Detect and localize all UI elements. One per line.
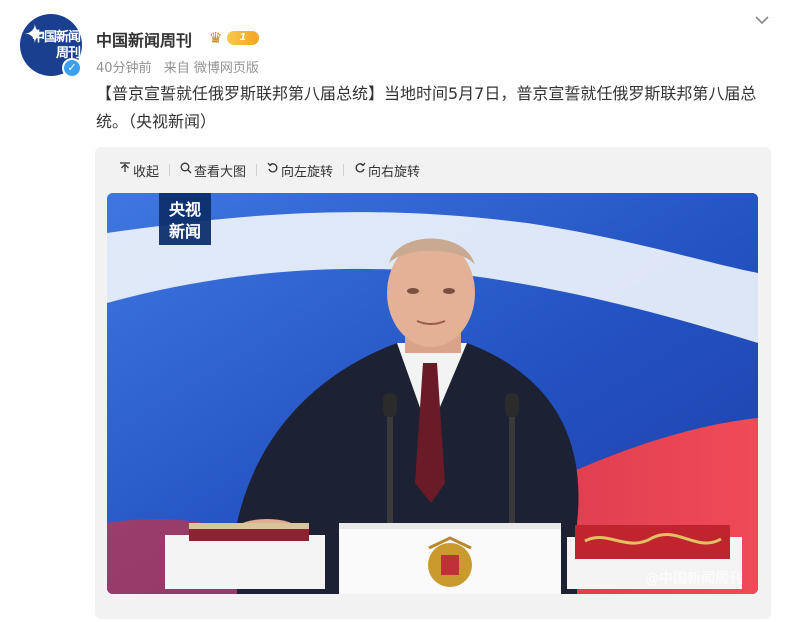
image-watermark: @中国新闻周刊 — [645, 571, 743, 587]
media-card: 收起 查看大图 向左旋转 向右旋转 央视 新闻 @中国新闻周刊 — [95, 147, 771, 619]
separator — [169, 164, 171, 176]
view-large-label: 查看大图 — [194, 164, 247, 180]
rotate-right-button[interactable]: 向右旋转 — [354, 161, 420, 180]
collapse-button[interactable]: 收起 — [119, 161, 159, 180]
post-source: 来自 微博网页版 — [163, 61, 259, 76]
collapse-icon — [119, 162, 131, 178]
member-badge[interactable]: ♛ 1 — [209, 29, 259, 47]
rotate-left-button[interactable]: 向左旋转 — [267, 161, 333, 180]
rotate-right-icon — [354, 162, 366, 178]
post-image[interactable]: 央视 新闻 @中国新闻周刊 — [107, 193, 758, 594]
post-time[interactable]: 40分钟前 — [96, 61, 152, 76]
verified-check-icon: ✓ — [62, 58, 82, 78]
author-name[interactable]: 中国新闻周刊 — [96, 27, 192, 51]
badge-level: 1 — [227, 31, 259, 45]
chevron-down-icon[interactable] — [752, 10, 772, 30]
rotate-left-icon — [267, 162, 279, 178]
collapse-label: 收起 — [133, 164, 160, 180]
separator — [343, 164, 345, 176]
logo-line2: 新闻 — [169, 222, 201, 241]
post-text: 【普京宣誓就任俄罗斯联邦第八届总统】当地时间5月7日，普京宣誓就任俄罗斯联邦第八… — [96, 84, 757, 131]
logo-line1: 央视 — [169, 200, 201, 219]
rotate-right-label: 向右旋转 — [368, 164, 421, 180]
separator — [256, 164, 258, 176]
search-icon — [180, 162, 192, 178]
post-meta: 40分钟前 来自 微博网页版 — [96, 57, 267, 76]
image-toolbar: 收起 查看大图 向左旋转 向右旋转 — [119, 159, 420, 181]
view-large-button[interactable]: 查看大图 — [180, 161, 246, 180]
rotate-left-label: 向左旋转 — [281, 164, 334, 180]
